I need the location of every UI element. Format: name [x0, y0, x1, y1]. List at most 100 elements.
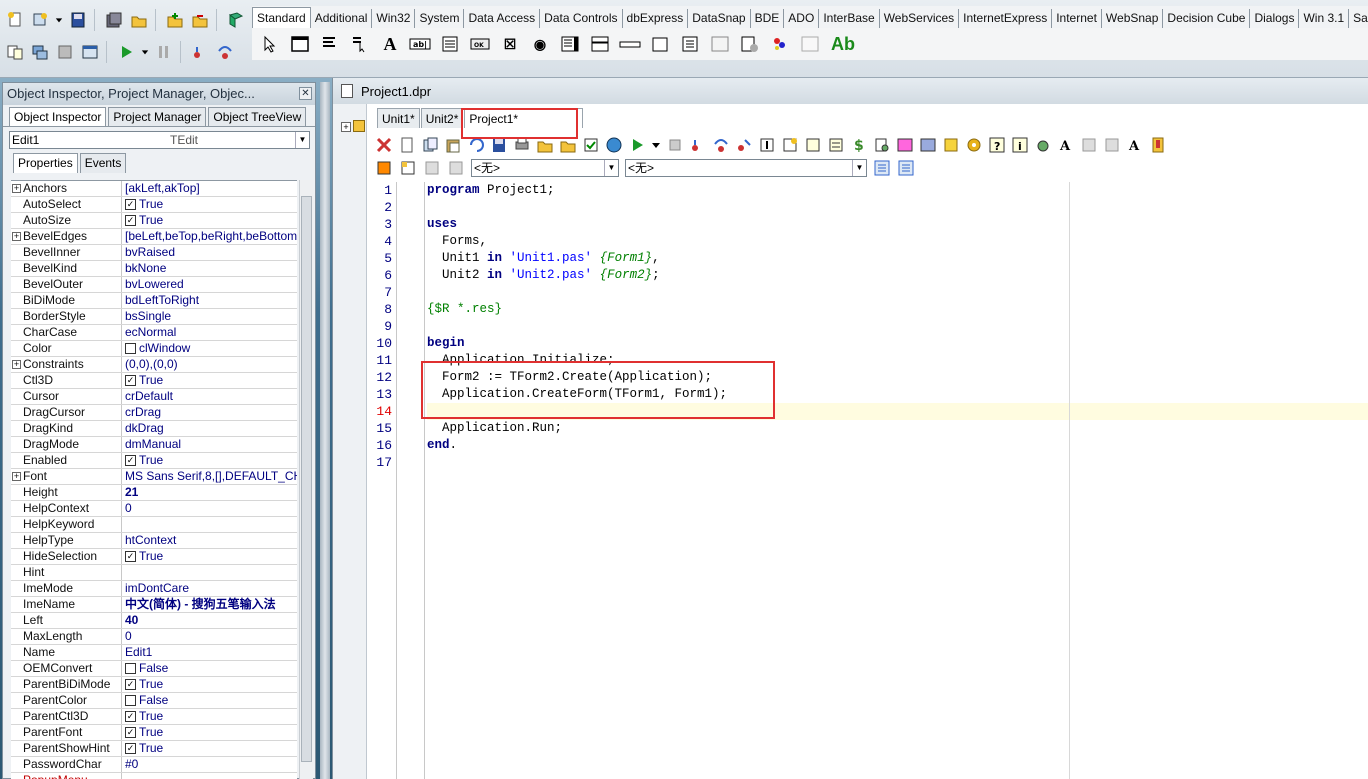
save-all-icon[interactable]: [103, 9, 125, 31]
palette-tab-data-access[interactable]: Data Access: [464, 9, 541, 28]
property-value[interactable]: #0: [122, 757, 297, 772]
unchecked-checkbox-icon[interactable]: [125, 695, 136, 706]
property-row[interactable]: ParentColor False: [11, 693, 297, 709]
palette-tab-ado[interactable]: ADO: [784, 9, 820, 28]
view-form-icon[interactable]: [29, 41, 51, 63]
help-icon[interactable]: ?: [988, 136, 1006, 154]
code-line[interactable]: Unit2 in 'Unit2.pas' {Form2};: [427, 267, 1368, 284]
palette-tab-bde[interactable]: BDE: [751, 9, 785, 28]
palette-tab-datasnap[interactable]: DataSnap: [688, 9, 751, 28]
save-icon[interactable]: [67, 9, 89, 31]
property-value[interactable]: imDontCare: [122, 581, 297, 596]
checked-checkbox-icon[interactable]: ✓: [125, 199, 136, 210]
view-unit-icon[interactable]: [4, 41, 26, 63]
cut-icon[interactable]: [398, 136, 416, 154]
property-value[interactable]: (0,0),(0,0): [122, 357, 297, 372]
tab-events[interactable]: Events: [79, 153, 127, 173]
checked-checkbox-icon[interactable]: ✓: [125, 455, 136, 466]
property-row[interactable]: BevelKind bkNone: [11, 261, 297, 277]
code-line[interactable]: begin: [427, 335, 1368, 352]
property-value[interactable]: ✓ True: [122, 197, 297, 212]
property-row[interactable]: + BevelEdges [beLeft,beTop,beRight,beBotto…: [11, 229, 297, 245]
tab-unit1[interactable]: Unit1*: [377, 108, 420, 128]
code-line[interactable]: [427, 284, 1368, 301]
info-icon[interactable]: i: [1011, 136, 1029, 154]
button-icon[interactable]: OK: [468, 32, 492, 56]
property-value[interactable]: 0: [122, 629, 297, 644]
panel-icon[interactable]: [708, 32, 732, 56]
new-item-icon[interactable]: [781, 136, 799, 154]
tab-properties[interactable]: Properties: [13, 153, 78, 173]
property-value[interactable]: clWindow: [122, 341, 297, 356]
code-line[interactable]: program Project1;: [427, 182, 1368, 199]
property-value[interactable]: ✓ True: [122, 741, 297, 756]
help-book-icon[interactable]: [225, 9, 247, 31]
component-icon[interactable]: [919, 136, 937, 154]
property-value[interactable]: [122, 517, 297, 532]
code-line[interactable]: [427, 454, 1368, 471]
run-icon[interactable]: [115, 41, 137, 63]
trace-into-icon[interactable]: [189, 41, 211, 63]
dropdown-arrow-icon[interactable]: [651, 136, 661, 154]
property-row[interactable]: BevelInner bvRaised: [11, 245, 297, 261]
dropdown-arrow-icon[interactable]: [54, 9, 64, 31]
gear-icon[interactable]: [965, 136, 983, 154]
class-combo[interactable]: <无> ▼: [471, 159, 619, 177]
method-combo[interactable]: <无> ▼: [625, 159, 867, 177]
code-line[interactable]: [427, 318, 1368, 335]
code-area[interactable]: program Project1; uses Forms, Unit1 in '…: [427, 182, 1368, 779]
open-project-icon[interactable]: [128, 9, 150, 31]
blank-component-icon[interactable]: [798, 32, 822, 56]
property-value[interactable]: [akLeft,akTop]: [122, 181, 297, 196]
property-value[interactable]: ecNormal: [122, 325, 297, 340]
property-row[interactable]: AutoSelect ✓ True: [11, 197, 297, 213]
align-right-icon[interactable]: [897, 159, 915, 177]
breakpoint-margin[interactable]: [398, 182, 425, 779]
find-icon[interactable]: [873, 136, 891, 154]
main-menu-icon[interactable]: [318, 32, 342, 56]
frames-icon[interactable]: [288, 32, 312, 56]
property-row[interactable]: AutoSize ✓ True: [11, 213, 297, 229]
scrollbar-icon[interactable]: [618, 32, 642, 56]
expand-icon[interactable]: +: [12, 184, 21, 193]
property-value[interactable]: ✓ True: [122, 213, 297, 228]
code-line[interactable]: [427, 403, 1368, 420]
palette-tab-win-3-1[interactable]: Win 3.1: [1299, 9, 1350, 28]
actionlist-icon[interactable]: [738, 32, 762, 56]
property-value[interactable]: crDefault: [122, 389, 297, 404]
property-row[interactable]: ImeName 中文(简体) - 搜狗五笔输入法: [11, 597, 297, 613]
property-value[interactable]: ✓ True: [122, 709, 297, 724]
property-value[interactable]: dmManual: [122, 437, 297, 452]
component-selector[interactable]: Edit1 TEdit ▼: [9, 131, 310, 149]
palette-tab-decision-cube[interactable]: Decision Cube: [1163, 9, 1251, 28]
property-value[interactable]: bvLowered: [122, 277, 297, 292]
property-row[interactable]: ParentCtl3D ✓ True: [11, 709, 297, 725]
combobox-icon[interactable]: [588, 32, 612, 56]
edit-item-icon[interactable]: [804, 136, 822, 154]
checked-checkbox-icon[interactable]: ✓: [125, 727, 136, 738]
font-icon[interactable]: A: [1057, 136, 1075, 154]
property-row[interactable]: MaxLength 0: [11, 629, 297, 645]
palette-tab-websnap[interactable]: WebSnap: [1102, 9, 1164, 28]
palette-tab-webservices[interactable]: WebServices: [880, 9, 960, 28]
property-value[interactable]: ✓ True: [122, 373, 297, 388]
property-row[interactable]: BevelOuter bvLowered: [11, 277, 297, 293]
colored-shapes-icon[interactable]: [768, 32, 792, 56]
palette-tab-standard[interactable]: Standard: [252, 7, 311, 28]
impl-icon[interactable]: [447, 159, 465, 177]
tab-object-treeview[interactable]: Object TreeView: [208, 107, 307, 126]
code-line[interactable]: {$R *.res}: [427, 301, 1368, 318]
checked-checkbox-icon[interactable]: ✓: [125, 551, 136, 562]
code-line[interactable]: Forms,: [427, 233, 1368, 250]
property-value[interactable]: 21: [122, 485, 297, 500]
bookmark-icon[interactable]: [1149, 136, 1167, 154]
checklist-icon[interactable]: [582, 136, 600, 154]
step-over-icon[interactable]: [214, 41, 236, 63]
property-value[interactable]: [beLeft,beTop,beRight,beBottom]: [122, 229, 297, 244]
new-icon[interactable]: [4, 9, 26, 31]
remove-from-project-icon[interactable]: [189, 9, 211, 31]
font-grow-icon[interactable]: A: [1126, 136, 1144, 154]
code-line[interactable]: Form2 := TForm2.Create(Application);: [427, 369, 1368, 386]
property-value[interactable]: MS Sans Serif,8,[],DEFAULT_CHAR: [122, 469, 297, 484]
checked-checkbox-icon[interactable]: ✓: [125, 375, 136, 386]
